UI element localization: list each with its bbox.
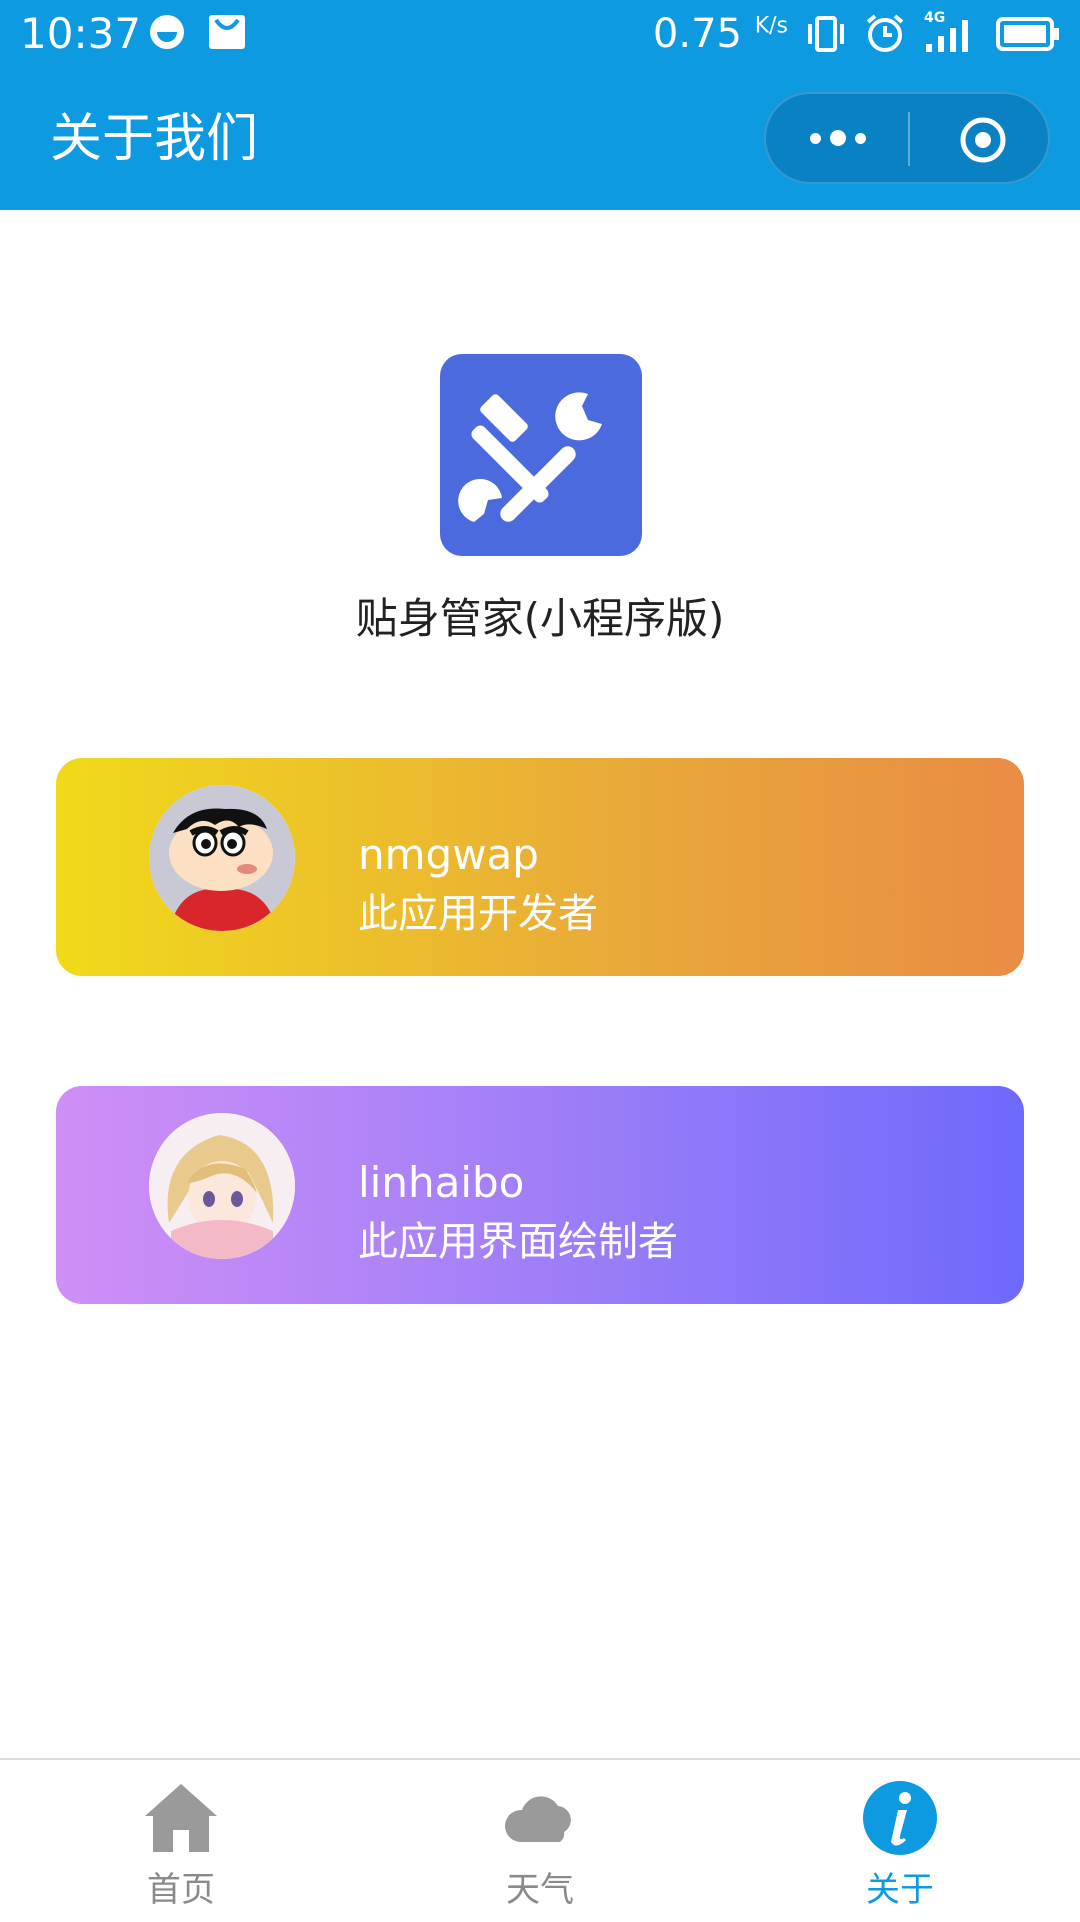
- anime-girl-avatar-icon: [149, 1113, 295, 1259]
- vibrate-icon: [808, 16, 844, 52]
- avatar: [149, 1113, 295, 1259]
- tab-home[interactable]: 首页: [101, 1778, 261, 1918]
- tab-about[interactable]: 关于: [820, 1778, 980, 1918]
- cartoon-boy-avatar-icon: [149, 785, 295, 931]
- battery-icon: [996, 17, 1059, 51]
- status-left-icons: [148, 13, 246, 51]
- mail-icon: [209, 15, 245, 49]
- capsule-divider: [908, 112, 910, 166]
- tools-icon: [458, 392, 602, 522]
- tab-label: 首页: [147, 1870, 215, 1910]
- cloud-icon: [504, 1796, 571, 1842]
- designer-name: linhaibo: [358, 1158, 525, 1207]
- net-speed-value: 0.75: [652, 11, 742, 57]
- net-speed-unit: K/s: [754, 13, 788, 39]
- tab-label: 关于: [866, 1870, 934, 1910]
- tab-label: 天气: [506, 1870, 574, 1910]
- target-icon[interactable]: [958, 115, 1008, 165]
- app-header: 10:37 0.75 K/s 4G 关于我们: [0, 0, 1080, 210]
- tab-weather[interactable]: 天气: [460, 1778, 620, 1918]
- status-time: 10:37: [20, 9, 142, 58]
- app-logo: [440, 354, 642, 556]
- home-icon: [145, 1784, 217, 1852]
- designer-role: 此应用界面绘制者: [358, 1219, 678, 1265]
- signal-icon: 4G: [924, 10, 978, 54]
- avatar: [149, 785, 295, 931]
- tab-bar: 首页 天气 关于: [0, 1758, 1080, 1922]
- info-icon: [863, 1781, 937, 1855]
- capsule-menu: [764, 92, 1050, 184]
- alarm-icon: [866, 14, 904, 52]
- page-title: 关于我们: [50, 109, 259, 169]
- developer-role: 此应用开发者: [358, 891, 598, 937]
- card-developer[interactable]: nmgwap 此应用开发者: [56, 758, 1024, 976]
- status-right: 0.75 K/s 4G: [653, 8, 1060, 60]
- more-dots-icon[interactable]: [808, 118, 868, 158]
- net-speed: 0.75 K/s: [653, 11, 788, 57]
- app-name: 贴身管家(小程序版): [355, 594, 725, 643]
- card-ui-designer[interactable]: linhaibo 此应用界面绘制者: [56, 1086, 1024, 1304]
- developer-name: nmgwap: [358, 830, 539, 879]
- smiley-icon: [150, 15, 184, 49]
